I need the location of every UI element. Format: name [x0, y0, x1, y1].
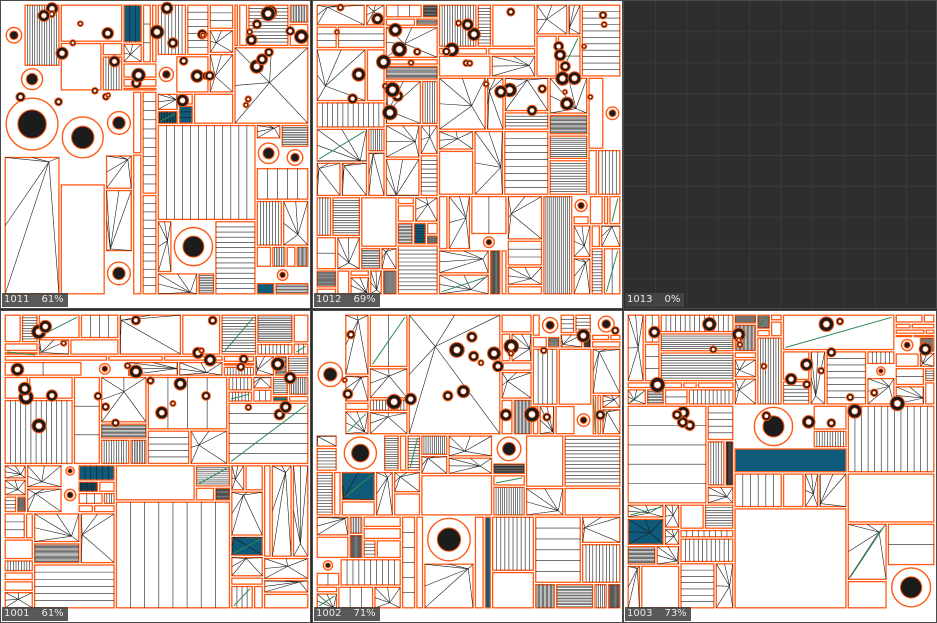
uv-tile-1002[interactable]: 1002 71% — [312, 310, 623, 623]
uv-tile-1011[interactable]: 1011 61% — [0, 0, 311, 309]
tile-label-1002: 1002 71% — [314, 607, 380, 621]
uv-islands — [1, 311, 310, 622]
uv-tile-1012[interactable]: 1012 69% — [312, 0, 623, 309]
tile-label-1013: 1013 0% — [625, 293, 685, 307]
tile-number: 1002 — [316, 608, 342, 619]
tile-number: 1011 — [4, 294, 30, 305]
tile-coverage: 69% — [353, 294, 376, 305]
uv-tile-1013[interactable]: 1013 0% — [623, 0, 937, 309]
uv-tile-1001[interactable]: 1001 61% — [0, 310, 311, 623]
tile-label-1011: 1011 61% — [2, 293, 68, 307]
tile-number: 1013 — [627, 294, 653, 305]
uv-islands — [313, 311, 622, 622]
tile-number: 1003 — [627, 608, 653, 619]
uv-islands — [313, 1, 622, 308]
tile-coverage: 0% — [664, 294, 681, 305]
tile-label-1001: 1001 61% — [2, 607, 68, 621]
tile-label-1003: 1003 73% — [625, 607, 691, 621]
tile-coverage: 61% — [41, 294, 64, 305]
uv-tile-1003[interactable]: 1003 73% — [623, 310, 937, 623]
uv-islands — [1, 1, 310, 308]
tile-coverage: 61% — [41, 608, 64, 619]
uv-tile-grid[interactable]: 1011 61% 1012 69% 1013 0% 1001 61% 1002 71% 1… — [0, 0, 937, 623]
tile-label-1012: 1012 69% — [314, 293, 380, 307]
tile-number: 1012 — [316, 294, 342, 305]
tile-coverage: 73% — [664, 608, 687, 619]
empty-tile-grid — [624, 1, 936, 308]
uv-islands — [624, 311, 936, 622]
tile-number: 1001 — [4, 608, 30, 619]
tile-coverage: 71% — [353, 608, 376, 619]
